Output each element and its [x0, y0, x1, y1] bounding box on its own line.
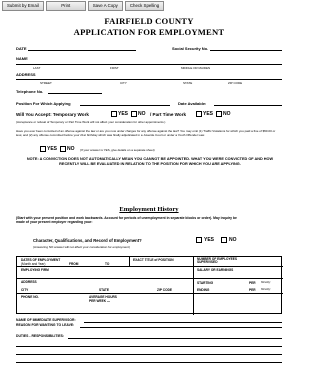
position-label: Position For Which Applying	[16, 101, 71, 106]
zip-caption: ZIP CODE	[228, 81, 243, 85]
firm-phone-label: PHONE NO.	[21, 295, 39, 299]
reason-label: REASON FOR WANTING TO LEAVE:	[16, 323, 75, 327]
employment-instructions: (Start with your present position and wo…	[16, 216, 237, 225]
employing-firm-label: EMPLOYING FIRM	[21, 268, 49, 272]
firm-zip-label: ZIP CODE	[157, 288, 172, 292]
name-field[interactable]	[16, 64, 282, 65]
conviction-no-checkbox[interactable]	[60, 146, 66, 152]
month-year-label: (Month and Year)	[21, 262, 46, 266]
to-label: TO	[105, 262, 110, 266]
inquiry-note: (Answering NO answer will not affect you…	[33, 245, 130, 249]
check-spelling-button[interactable]: Check Spelling	[124, 1, 165, 11]
table-divider	[193, 257, 194, 315]
ending-per-label: PER	[249, 288, 256, 292]
conviction-question: Have you ever been convicted of an offen…	[16, 129, 276, 138]
page-title: APPLICATION FOR EMPLOYMENT	[73, 27, 225, 37]
per-week-label: PER WEEK ---	[89, 299, 111, 303]
duties-field-line[interactable]	[16, 354, 282, 355]
conviction-yes-checkbox[interactable]	[40, 146, 46, 152]
part-time-yes-checkbox[interactable]	[196, 111, 202, 117]
print-button[interactable]: Print	[45, 1, 86, 11]
ending-weekly-value[interactable]: Weekly	[261, 287, 270, 291]
county-heading: FAIRFIELD COUNTY	[104, 16, 194, 26]
from-label: FROM	[69, 262, 79, 266]
form-toolbar: Submit by Email Print Save A Copy Check …	[0, 0, 298, 12]
telephone-label: Telephone No.	[16, 89, 44, 94]
position-field[interactable]	[80, 105, 170, 106]
date-field[interactable]	[28, 50, 136, 51]
inquiry-no-label: NO	[229, 237, 237, 243]
street-caption: STREET	[40, 81, 52, 85]
city-caption: CITY	[120, 81, 127, 85]
salary-label: SALARY OR EARNINGS	[197, 268, 234, 272]
duties-field-line[interactable]	[16, 346, 282, 347]
temporary-no-label: NO	[138, 111, 146, 117]
starting-label: STARTING	[197, 281, 214, 285]
inquiry-yes-label: YES	[204, 237, 215, 243]
ending-label: ENDING	[197, 288, 210, 292]
firm-address-label: ADDRESS	[21, 280, 37, 284]
part-time-question: / Part Time Work	[150, 112, 187, 117]
table-divider	[17, 278, 283, 279]
date-label: DATE	[16, 46, 27, 51]
duties-field[interactable]	[68, 338, 282, 339]
save-a-copy-button[interactable]: Save A Copy	[87, 1, 123, 11]
temporary-no-checkbox[interactable]	[131, 111, 137, 117]
inquiry-question: Character, Qualifications, and Record of…	[33, 238, 142, 243]
conviction-no-label: NO	[67, 146, 75, 152]
table-divider	[129, 257, 130, 266]
starting-per-label: PER	[249, 281, 256, 285]
temporary-yes-checkbox[interactable]	[111, 111, 117, 117]
temporary-work-question: Will You Accept: Temporary Work	[16, 112, 89, 117]
submit-by-email-button[interactable]: Submit by Email	[2, 1, 44, 11]
duties-label: DUTIES - RESPONSIBILITIES:	[16, 334, 65, 338]
conviction-note: NOTE: A CONVICTION DOES NOT AUTOMATICALL…	[26, 157, 274, 166]
employment-history-table: DATES OF EMPLOYMENT (Month and Year) FRO…	[16, 256, 283, 315]
date-available-field[interactable]	[214, 105, 282, 106]
address-field[interactable]	[16, 79, 282, 80]
last-name-caption: LAST	[33, 66, 41, 70]
part-time-yes-label: YES	[203, 111, 214, 117]
first-name-caption: FIRST	[110, 66, 119, 70]
supervisor-field[interactable]	[84, 322, 282, 323]
state-caption: STATE	[183, 81, 193, 85]
conviction-details-note: (If your answer is YES, give details on …	[80, 148, 155, 152]
firm-state-label: STATE	[99, 288, 109, 292]
duties-field-line[interactable]	[16, 362, 282, 363]
exact-title-label: EXACT TITLE of POSITION	[133, 258, 174, 262]
name-label: NAME	[16, 56, 28, 61]
reason-field[interactable]	[80, 327, 282, 328]
employment-history-heading: Employment History	[119, 206, 179, 213]
ssn-field[interactable]	[210, 50, 282, 51]
availability-note: (Acceptance or refusal of Temporary or P…	[16, 120, 166, 124]
date-available-label: Date Available:	[178, 101, 207, 106]
starting-weekly-value[interactable]: Weekly	[261, 280, 270, 284]
supervisor-label: NAME OF IMMEDIATE SUPERVISOR:	[16, 318, 76, 322]
temporary-yes-label: YES	[118, 111, 129, 117]
table-divider	[17, 293, 283, 294]
employees-supervised-label: NUMBER OF EMPLOYEES SUPERVISED	[197, 257, 238, 265]
conviction-yes-label: YES	[47, 146, 58, 152]
inquiry-yes-checkbox[interactable]	[196, 237, 202, 243]
middle-name-caption: MIDDLE OR MAIDEN	[181, 66, 211, 70]
ssn-label: Social Security No.	[172, 46, 209, 51]
inquiry-no-checkbox[interactable]	[221, 237, 227, 243]
part-time-no-checkbox[interactable]	[216, 111, 222, 117]
table-divider	[17, 266, 283, 267]
telephone-field[interactable]	[48, 93, 102, 94]
address-label: ADDRESS	[16, 72, 36, 77]
firm-city-label: CITY	[21, 288, 29, 292]
part-time-no-label: NO	[223, 111, 231, 117]
